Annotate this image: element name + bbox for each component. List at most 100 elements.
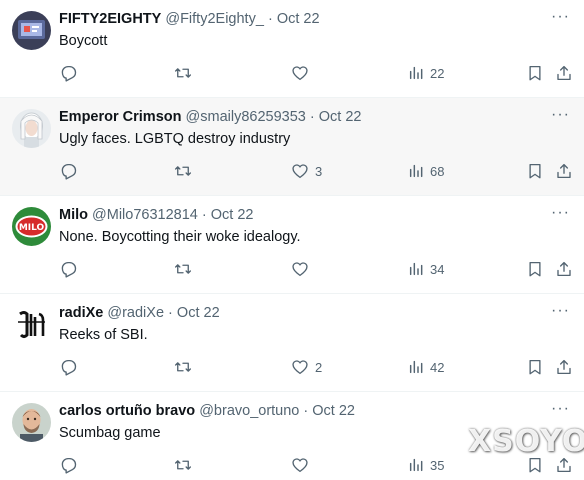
display-name[interactable]: Emperor Crimson (59, 109, 181, 125)
user-handle[interactable]: @Fifty2Eighty_ (165, 11, 264, 27)
share-icon (557, 261, 571, 277)
share-button[interactable] (555, 455, 573, 475)
user-handle[interactable]: @bravo_ortuno (199, 403, 299, 419)
gothic-monogram-avatar[interactable] (12, 305, 51, 344)
retweet-icon (174, 264, 192, 274)
share-icon (557, 359, 571, 375)
views-icon (409, 164, 423, 178)
tweet-actions: 34 (0, 259, 584, 279)
bookmark-button[interactable] (526, 455, 544, 475)
bookmark-button[interactable] (526, 259, 544, 279)
share-button[interactable] (555, 161, 573, 181)
milo-logo-avatar[interactable]: MILO (12, 207, 51, 246)
like-button[interactable]: 3 (291, 161, 322, 181)
views-button[interactable]: 68 (408, 161, 444, 181)
tweet-date[interactable]: Oct 22 (319, 109, 362, 125)
bookmark-button[interactable] (526, 357, 544, 377)
tweet-header: carlos ortuño bravo @bravo_ortuno · Oct … (59, 402, 544, 420)
like-icon (292, 262, 308, 277)
retweet-button[interactable] (174, 259, 198, 279)
reply-icon (61, 457, 77, 474)
white-hair-figure-avatar[interactable] (12, 109, 51, 148)
reply-button[interactable] (59, 455, 83, 475)
view-count: 42 (430, 359, 445, 375)
retweet-button[interactable] (174, 63, 198, 83)
bookmark-icon (529, 65, 541, 81)
reply-button[interactable] (59, 63, 83, 83)
share-icon (557, 163, 571, 179)
bookmark-icon (529, 457, 541, 473)
display-name[interactable]: Milo (59, 207, 88, 223)
retweet-icon (174, 166, 192, 176)
share-button[interactable] (555, 63, 573, 83)
reply-icon (61, 65, 77, 82)
reply-button[interactable] (59, 161, 83, 181)
user-handle[interactable]: @radiXe (107, 305, 164, 321)
retweet-button[interactable] (174, 357, 198, 377)
bookmark-icon (529, 163, 541, 179)
more-icon[interactable]: ··· (551, 8, 570, 26)
like-button[interactable] (291, 63, 315, 83)
like-icon (292, 164, 308, 179)
share-icon (557, 457, 571, 473)
tweet-milo[interactable]: MILO Milo @Milo76312814 · Oct 22 ··· Non… (0, 196, 584, 294)
views-icon (409, 360, 423, 374)
reply-button[interactable] (59, 259, 83, 279)
retweet-button[interactable] (174, 455, 198, 475)
more-icon[interactable]: ··· (551, 106, 570, 124)
retweet-icon (174, 68, 192, 78)
tweet-fifty2eighty[interactable]: FIFTY2EIGHTY @Fifty2Eighty_ · Oct 22 ···… (0, 0, 584, 98)
like-button[interactable]: 2 (291, 357, 322, 377)
separator-dot: · (303, 403, 309, 419)
tweet-actions: 35 (0, 455, 584, 475)
tweet-radixe[interactable]: radiXe @radiXe · Oct 22 ··· Reeks of SBI… (0, 294, 584, 392)
tweet-header: Emperor Crimson @smaily86259353 · Oct 22 (59, 108, 544, 126)
tweet-text: Reeks of SBI. (59, 327, 148, 343)
view-count: 35 (430, 457, 445, 473)
views-icon (409, 262, 423, 276)
fifty2eighty-avatar[interactable] (12, 11, 51, 50)
user-handle[interactable]: @smaily86259353 (186, 109, 306, 125)
share-button[interactable] (555, 259, 573, 279)
svg-text:MILO: MILO (19, 223, 45, 233)
reply-button[interactable] (59, 357, 83, 377)
retweet-button[interactable] (174, 161, 198, 181)
tweet-actions: 2 42 (0, 357, 584, 377)
bookmark-button[interactable] (526, 63, 544, 83)
separator-dot: · (201, 207, 207, 223)
retweet-icon (174, 460, 192, 470)
tweet-actions: 3 68 (0, 161, 584, 181)
bookmark-button[interactable] (526, 161, 544, 181)
man-face-avatar[interactable] (12, 403, 51, 442)
views-button[interactable]: 35 (408, 455, 444, 475)
tweet-header: radiXe @radiXe · Oct 22 (59, 304, 544, 322)
like-button[interactable] (291, 259, 315, 279)
like-icon (292, 66, 308, 81)
more-icon[interactable]: ··· (551, 302, 570, 320)
tweet-text: None. Boycotting their woke idealogy. (59, 229, 301, 245)
tweet-date[interactable]: Oct 22 (312, 403, 355, 419)
tweet-actions: 22 (0, 63, 584, 83)
user-handle[interactable]: @Milo76312814 (92, 207, 198, 223)
tweet-date[interactable]: Oct 22 (211, 207, 254, 223)
reply-icon (61, 163, 77, 180)
reply-icon (61, 261, 77, 278)
tweet-carlos-ortuno-bravo[interactable]: carlos ortuño bravo @bravo_ortuno · Oct … (0, 392, 584, 480)
tweet-date[interactable]: Oct 22 (277, 11, 320, 27)
view-count: 22 (430, 65, 445, 81)
tweet-emperor-crimson[interactable]: Emperor Crimson @smaily86259353 · Oct 22… (0, 98, 584, 196)
tweet-date[interactable]: Oct 22 (177, 305, 220, 321)
like-button[interactable] (291, 455, 315, 475)
display-name[interactable]: carlos ortuño bravo (59, 403, 195, 419)
more-icon[interactable]: ··· (551, 204, 570, 222)
views-button[interactable]: 34 (408, 259, 444, 279)
more-icon[interactable]: ··· (551, 400, 570, 418)
share-button[interactable] (555, 357, 573, 377)
display-name[interactable]: FIFTY2EIGHTY (59, 11, 161, 27)
tweet-header: Milo @Milo76312814 · Oct 22 (59, 206, 544, 224)
like-icon (292, 360, 308, 375)
display-name[interactable]: radiXe (59, 305, 103, 321)
views-button[interactable]: 42 (408, 357, 444, 377)
reply-icon (61, 359, 77, 376)
views-button[interactable]: 22 (408, 63, 444, 83)
